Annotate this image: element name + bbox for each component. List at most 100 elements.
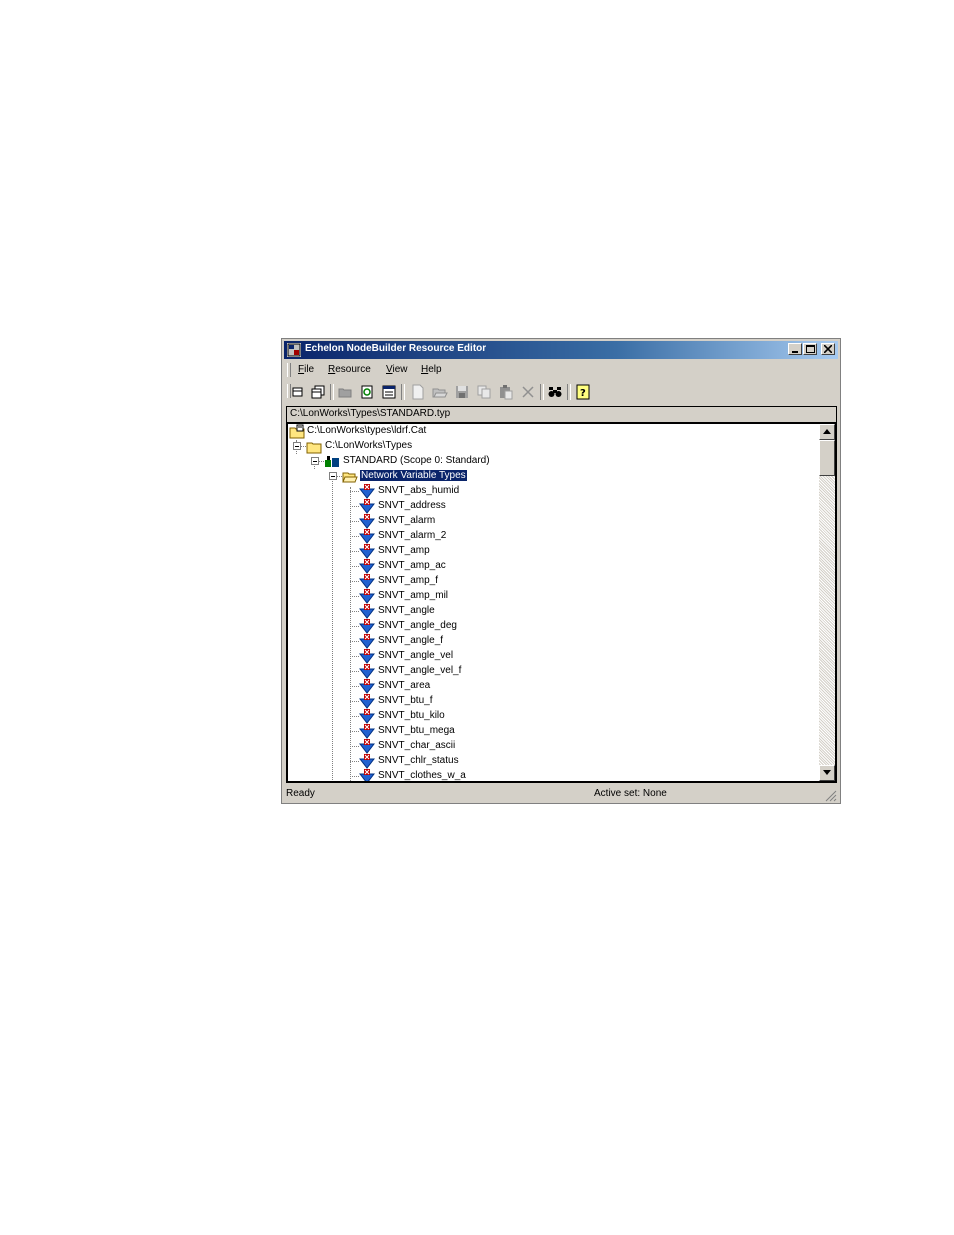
tree-label: SNVT_angle_deg xyxy=(378,620,457,631)
copy-button[interactable] xyxy=(476,384,492,400)
nv-type-item[interactable]: SNVT_alarm_2 xyxy=(288,529,808,544)
tree-label: SNVT_area xyxy=(378,680,431,691)
menu-bar: File Resource View Help xyxy=(284,361,838,379)
open-folder-icon xyxy=(342,472,358,483)
delete-button[interactable] xyxy=(520,384,536,400)
nv-type-icon xyxy=(359,679,375,694)
tree-label-selected: Network Variable Types xyxy=(359,469,468,482)
new-icon xyxy=(292,387,303,397)
tree-label: SNVT_alarm_2 xyxy=(378,530,447,541)
collapse-icon[interactable] xyxy=(311,457,319,465)
nv-type-icon xyxy=(359,739,375,754)
tree-label: SNVT_abs_humid xyxy=(378,485,460,496)
nv-type-item[interactable]: SNVT_amp xyxy=(288,544,808,559)
scroll-thumb[interactable] xyxy=(819,440,835,476)
collapse-icon[interactable] xyxy=(293,442,301,450)
path-text: C:\LonWorks\Types\STANDARD.typ xyxy=(290,408,451,419)
menu-view[interactable]: View xyxy=(386,364,408,375)
arrow-down-icon xyxy=(823,770,831,775)
scope-icon xyxy=(325,456,339,467)
tree-label: SNVT_amp_f xyxy=(378,575,439,586)
nv-type-item[interactable]: SNVT_btu_f xyxy=(288,694,808,709)
tree-label: SNVT_clothes_w_a xyxy=(378,770,466,781)
nv-type-item[interactable]: SNVT_angle_vel_f xyxy=(288,664,808,679)
nv-type-item[interactable]: SNVT_area xyxy=(288,679,808,694)
nv-type-icon xyxy=(359,559,375,574)
tree-label: SNVT_amp_ac xyxy=(378,560,446,571)
new-file-button[interactable] xyxy=(410,384,426,400)
collapse-icon[interactable] xyxy=(329,472,337,480)
nv-type-item[interactable]: SNVT_address xyxy=(288,499,808,514)
tree-label: SNVT_chlr_status xyxy=(378,755,459,766)
tree-guide xyxy=(350,506,359,507)
open-icon xyxy=(432,388,448,398)
help-button[interactable]: ? xyxy=(575,384,591,400)
open-button[interactable] xyxy=(432,384,448,400)
folder-icon xyxy=(338,388,352,398)
tree-label: SNVT_char_ascii xyxy=(378,740,456,751)
resource-tree[interactable]: C:\LonWorks\types\ldrf.Cat C:\LonWorks\T… xyxy=(286,423,837,783)
tree-node-scope[interactable]: STANDARD (Scope 0: Standard) xyxy=(288,454,808,469)
menu-grip xyxy=(287,363,291,377)
close-button[interactable] xyxy=(821,343,835,355)
toolbar-separator xyxy=(330,384,334,400)
scroll-down-button[interactable] xyxy=(819,765,835,781)
toolbar-separator xyxy=(540,384,544,400)
new-button[interactable] xyxy=(290,384,306,400)
minimize-icon xyxy=(792,351,798,353)
maximize-button[interactable] xyxy=(803,343,817,355)
folder-icon xyxy=(306,442,322,454)
minimize-button[interactable] xyxy=(788,343,802,355)
nv-type-item[interactable]: SNVT_btu_mega xyxy=(288,724,808,739)
scroll-up-button[interactable] xyxy=(819,424,835,440)
properties-button[interactable] xyxy=(381,384,397,400)
refresh-button[interactable] xyxy=(359,384,375,400)
nv-type-item[interactable]: SNVT_char_ascii xyxy=(288,739,808,754)
tree-guide xyxy=(350,701,359,702)
nv-type-icon xyxy=(359,649,375,664)
tree-guide xyxy=(350,626,359,627)
nv-type-item[interactable]: SNVT_angle_vel xyxy=(288,649,808,664)
menu-resource[interactable]: Resource xyxy=(328,364,371,375)
find-button[interactable] xyxy=(547,384,563,400)
paste-button[interactable] xyxy=(498,384,514,400)
nv-type-item[interactable]: SNVT_angle_deg xyxy=(288,619,808,634)
nv-type-icon xyxy=(359,619,375,634)
tree-node-category[interactable]: Network Variable Types xyxy=(288,469,808,484)
tree-label: SNVT_btu_kilo xyxy=(378,710,445,721)
vertical-scrollbar[interactable] xyxy=(819,424,835,781)
tree-guide xyxy=(350,671,359,672)
new-window-button[interactable] xyxy=(310,384,326,400)
tree-node-folder[interactable]: C:\LonWorks\Types xyxy=(288,439,808,454)
nv-type-item[interactable]: SNVT_chlr_status xyxy=(288,754,808,769)
nv-type-item[interactable]: SNVT_amp_ac xyxy=(288,559,808,574)
tree-label: SNVT_angle_vel xyxy=(378,650,454,661)
nv-type-item[interactable]: SNVT_btu_kilo xyxy=(288,709,808,724)
nv-type-item[interactable]: SNVT_amp_f xyxy=(288,574,808,589)
nv-type-item[interactable]: SNVT_angle_f xyxy=(288,634,808,649)
folder-button[interactable] xyxy=(337,384,353,400)
tree-guide xyxy=(350,761,359,762)
nv-type-icon xyxy=(359,694,375,709)
save-button[interactable] xyxy=(454,384,470,400)
menu-file[interactable]: File xyxy=(298,364,314,375)
tree-guide xyxy=(350,611,359,612)
resize-grip-icon[interactable] xyxy=(825,790,837,802)
nv-type-item[interactable]: SNVT_clothes_w_a xyxy=(288,769,808,781)
toolbar-separator xyxy=(567,384,571,400)
nv-type-item[interactable]: SNVT_abs_humid xyxy=(288,484,808,499)
nv-type-icon xyxy=(359,574,375,589)
menu-help[interactable]: Help xyxy=(421,364,442,375)
tree-label: SNVT_btu_f xyxy=(378,695,433,706)
nv-type-item[interactable]: SNVT_alarm xyxy=(288,514,808,529)
tree-label: C:\LonWorks\types\ldrf.Cat xyxy=(307,425,427,436)
paste-icon xyxy=(500,385,513,400)
nv-type-item[interactable]: SNVT_amp_mil xyxy=(288,589,808,604)
copy-icon xyxy=(477,385,491,399)
tree-node-catalog[interactable]: C:\LonWorks\types\ldrf.Cat xyxy=(288,424,808,439)
nv-type-item[interactable]: SNVT_angle xyxy=(288,604,808,619)
status-bar: Ready Active set: None xyxy=(284,786,838,803)
title-bar[interactable]: Echelon NodeBuilder Resource Editor xyxy=(284,341,838,359)
tree-guide xyxy=(350,731,359,732)
save-icon xyxy=(456,386,468,398)
